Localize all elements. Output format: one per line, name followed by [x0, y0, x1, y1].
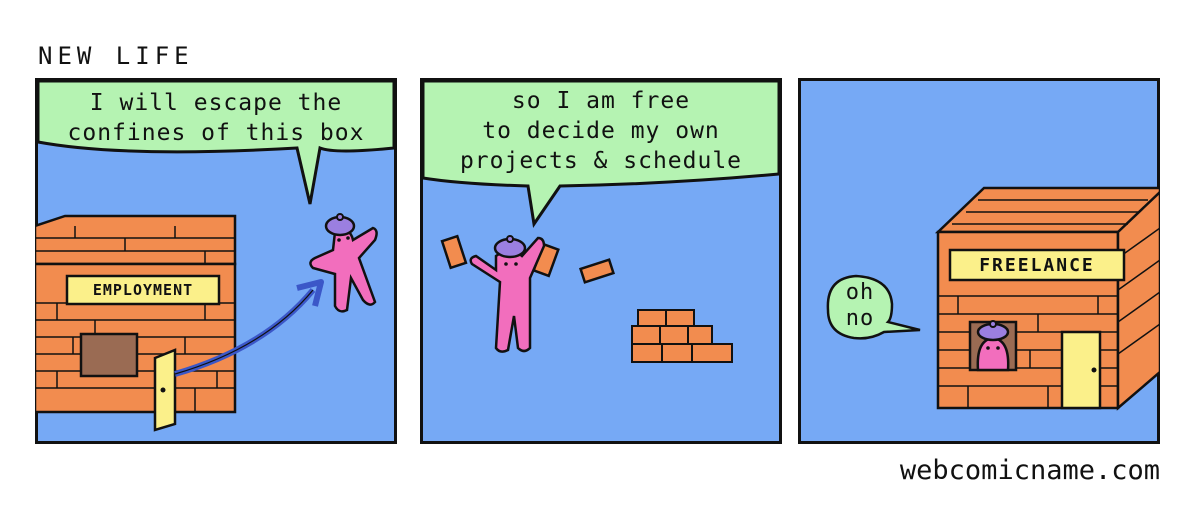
speech-text-3: oh no	[845, 280, 875, 331]
panel-3: oh no FREELANCE	[798, 78, 1160, 444]
sign-freelance: FREELANCE	[979, 255, 1095, 276]
freelance-building	[934, 186, 1160, 411]
panel-1: I will escape the confines of this box E…	[35, 78, 397, 444]
employment-building	[35, 214, 237, 432]
comic-title: NEW LIFE	[38, 42, 194, 70]
sign-employment: EMPLOYMENT	[92, 281, 194, 299]
speech-text-1: I will escape the confines of this box	[67, 90, 365, 146]
character-trapped	[976, 336, 1010, 372]
site-credit: webcomicname.com	[899, 455, 1160, 486]
panel-2: so I am free to decide my own projects &…	[420, 78, 782, 444]
speech-text-2: so I am free to decide my own projects &…	[459, 88, 743, 174]
